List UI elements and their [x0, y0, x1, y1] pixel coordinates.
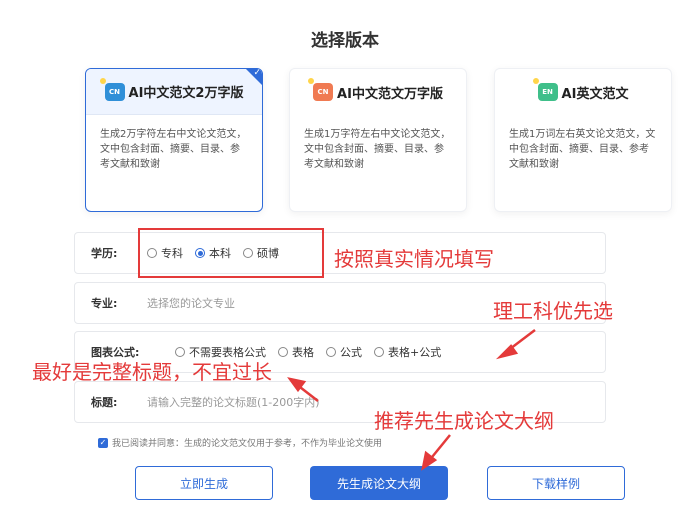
annotation-arrows: [287, 329, 536, 471]
arrow-head-icon: [495, 344, 519, 360]
